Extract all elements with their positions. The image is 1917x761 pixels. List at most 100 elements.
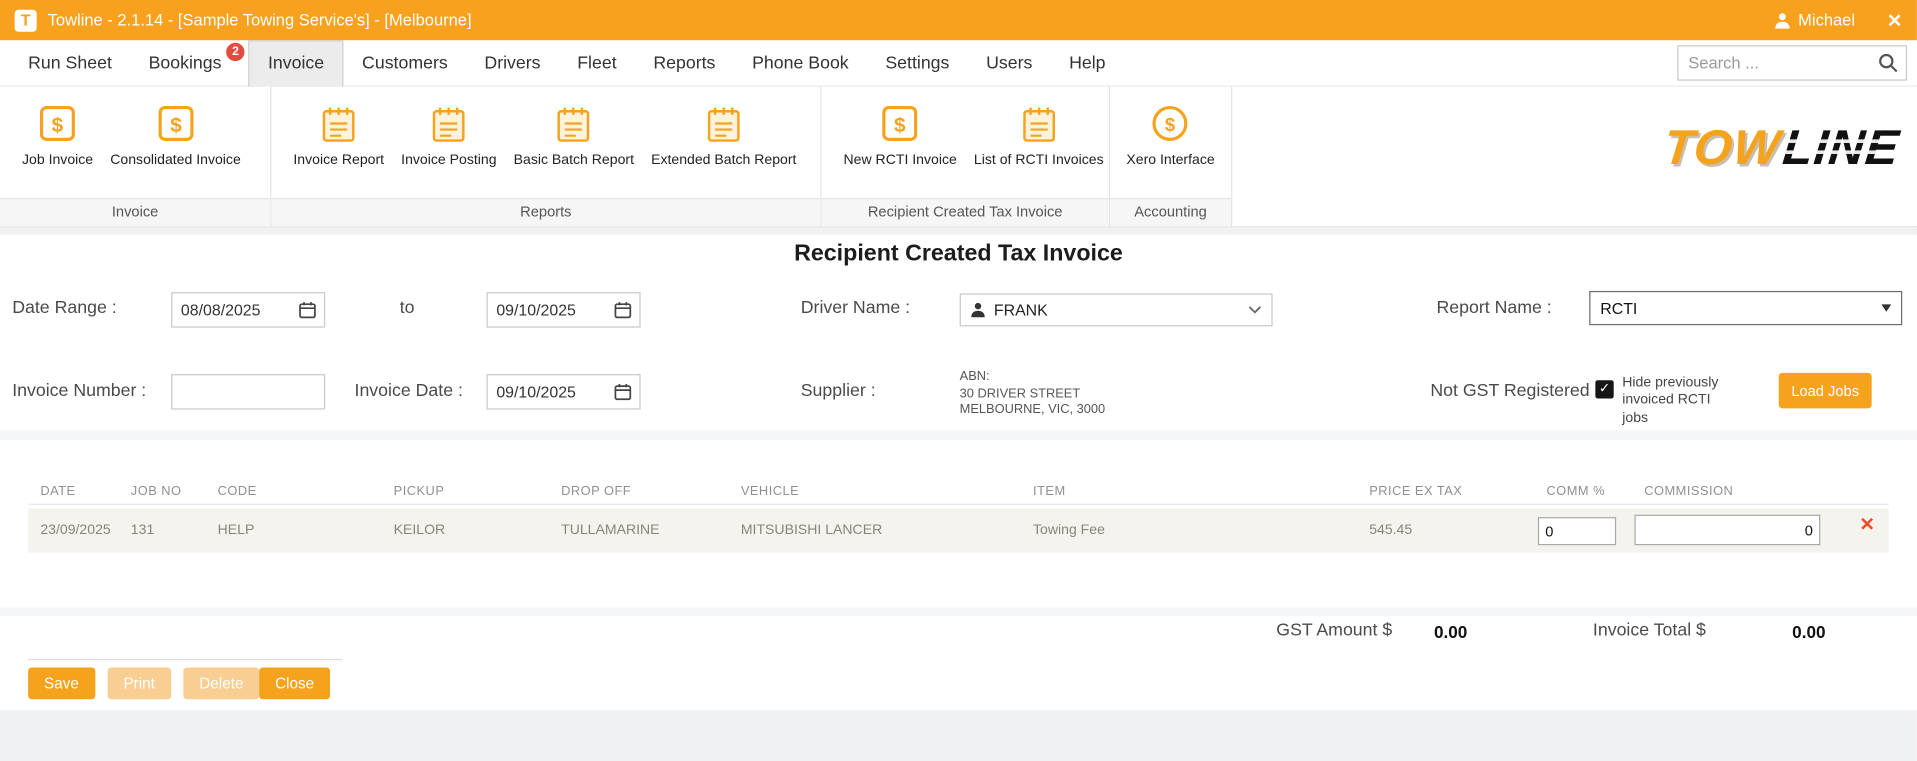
col-header-item: ITEM	[1033, 484, 1066, 499]
supplier-city: MELBOURNE, VIC, 3000	[960, 403, 1106, 420]
menu-item-fleet[interactable]: Fleet	[559, 40, 635, 86]
window-title: Towline - 2.1.14 - [Sample Towing Servic…	[48, 11, 472, 29]
commission-input[interactable]	[1634, 515, 1820, 546]
search-box[interactable]	[1677, 45, 1907, 80]
towline-logo: TOWLINE	[1661, 121, 1902, 176]
ribbon-new-rcti-invoice-button[interactable]: $ New RCTI Invoice	[836, 101, 964, 167]
section-divider	[0, 608, 1917, 617]
user-menu[interactable]: Michael	[1774, 11, 1855, 29]
app-logo-icon: T	[15, 9, 37, 31]
ribbon-group-label: Recipient Created Tax Invoice	[822, 198, 1109, 226]
col-header-code: CODE	[218, 484, 257, 499]
col-header-price-ex-tax: PRICE EX TAX	[1369, 484, 1462, 499]
comm-pct-input[interactable]	[1538, 517, 1616, 545]
page-title: Recipient Created Tax Invoice	[0, 241, 1917, 268]
ribbon-group-rcti: $ New RCTI Invoice List of RCTI Invoices…	[822, 87, 1111, 226]
close-button[interactable]: Close	[259, 667, 330, 699]
cell-price-ex-tax: 545.45	[1369, 523, 1412, 538]
menu-item-reports[interactable]: Reports	[635, 40, 734, 86]
ribbon-xero-interface-button[interactable]: $ Xero Interface	[1119, 101, 1222, 167]
report-pad-icon	[428, 101, 470, 145]
col-header-pickup: PICKUP	[394, 484, 445, 499]
col-header-date: DATE	[40, 484, 75, 499]
calendar-icon[interactable]	[614, 301, 632, 319]
section-divider	[0, 430, 1917, 440]
delete-button[interactable]: Delete	[183, 667, 259, 699]
menu-item-bookings[interactable]: Bookings 2	[130, 40, 248, 86]
invoice-number-field[interactable]	[171, 374, 325, 409]
cell-job-no: 131	[131, 523, 154, 538]
supplier-label: Supplier :	[801, 381, 876, 401]
invoice-number-input[interactable]	[172, 383, 324, 401]
content-area: Recipient Created Tax Invoice Date Range…	[0, 227, 1917, 761]
search-input[interactable]	[1678, 54, 1877, 72]
ribbon-job-invoice-button[interactable]: $ Job Invoice	[15, 101, 101, 167]
svg-text:$: $	[52, 114, 64, 137]
invoice-date-input[interactable]	[488, 383, 614, 401]
report-pad-icon	[1018, 101, 1060, 145]
hide-previous-checkbox[interactable]: ✓	[1595, 380, 1613, 398]
dollar-note-icon: $	[879, 101, 921, 145]
bookings-badge: 2	[226, 42, 244, 60]
date-range-label: Date Range :	[12, 298, 116, 318]
menu-item-drivers[interactable]: Drivers	[466, 40, 559, 86]
gst-amount-value: 0.00	[1434, 622, 1467, 642]
dollar-circle-icon: $	[1150, 101, 1192, 145]
load-jobs-button[interactable]: Load Jobs	[1779, 373, 1872, 408]
report-pad-icon	[703, 101, 745, 145]
row-delete-icon[interactable]: ✕	[1859, 513, 1874, 535]
cell-pickup: KEILOR	[394, 523, 446, 538]
svg-text:$: $	[1165, 114, 1175, 135]
report-name-label: Report Name :	[1436, 298, 1551, 318]
save-button[interactable]: Save	[28, 667, 95, 699]
driver-name-label: Driver Name :	[801, 298, 910, 318]
menu-item-customers[interactable]: Customers	[344, 40, 466, 86]
date-from-field[interactable]	[171, 292, 325, 327]
ribbon-group-accounting: $ Xero Interface Accounting	[1110, 87, 1232, 226]
ribbon-list-rcti-invoices-button[interactable]: List of RCTI Invoices	[967, 101, 1111, 167]
gst-amount-label: GST Amount $	[1276, 621, 1392, 641]
ribbon-extended-batch-report-button[interactable]: Extended Batch Report	[644, 101, 804, 167]
supplier-details: ABN: 30 DRIVER STREET MELBOURNE, VIC, 30…	[960, 369, 1106, 419]
invoice-date-field[interactable]	[487, 374, 641, 409]
ribbon-consolidated-invoice-button[interactable]: $ Consolidated Invoice	[103, 101, 248, 167]
calendar-icon[interactable]	[614, 383, 632, 401]
cell-code: HELP	[218, 523, 255, 538]
search-icon[interactable]	[1878, 53, 1899, 74]
print-button[interactable]: Print	[108, 667, 171, 699]
ribbon-toolbar: $ Job Invoice $ Consolidated Invoice Inv…	[0, 87, 1917, 228]
menu-item-help[interactable]: Help	[1051, 40, 1124, 86]
ribbon-invoice-posting-button[interactable]: Invoice Posting	[394, 101, 504, 167]
report-pad-icon	[553, 101, 595, 145]
dollar-note-icon: $	[37, 101, 79, 145]
supplier-abn: ABN:	[960, 369, 1106, 386]
menu-item-run-sheet[interactable]: Run Sheet	[10, 40, 130, 86]
date-from-input[interactable]	[172, 301, 298, 319]
menu-item-settings[interactable]: Settings	[867, 40, 968, 86]
calendar-icon[interactable]	[298, 301, 316, 319]
col-header-job-no: JOB NO	[131, 484, 182, 499]
cell-item: Towing Fee	[1033, 523, 1105, 538]
report-name-select[interactable]: RCTI	[1589, 291, 1902, 325]
driver-name-select[interactable]: FRANK	[960, 293, 1273, 326]
ribbon-group-invoice: $ Job Invoice $ Consolidated Invoice Inv…	[0, 87, 271, 226]
menu-item-phone-book[interactable]: Phone Book	[734, 40, 867, 86]
cell-drop-off: TULLAMARINE	[561, 523, 659, 538]
close-icon[interactable]: ✕	[1887, 9, 1902, 31]
dollar-note-icon: $	[155, 101, 197, 145]
cell-date: 23/09/2025	[40, 523, 110, 538]
date-to-field[interactable]	[487, 292, 641, 327]
not-gst-registered-label: Not GST Registered	[1430, 381, 1589, 401]
col-header-vehicle: VEHICLE	[741, 484, 799, 499]
ribbon-group-label: Accounting	[1110, 198, 1231, 226]
menubar: Run Sheet Bookings 2 Invoice Customers D…	[0, 40, 1917, 86]
menu-item-users[interactable]: Users	[968, 40, 1051, 86]
ribbon-invoice-report-button[interactable]: Invoice Report	[286, 101, 391, 167]
menu-item-invoice[interactable]: Invoice	[248, 40, 343, 86]
invoice-number-label: Invoice Number :	[12, 381, 146, 401]
date-to-input[interactable]	[488, 301, 614, 319]
col-header-comm-pct: COMM %	[1546, 484, 1605, 499]
ribbon-basic-batch-report-button[interactable]: Basic Batch Report	[506, 101, 641, 167]
ribbon-group-label: Reports	[271, 198, 820, 226]
button-divider	[28, 659, 342, 660]
